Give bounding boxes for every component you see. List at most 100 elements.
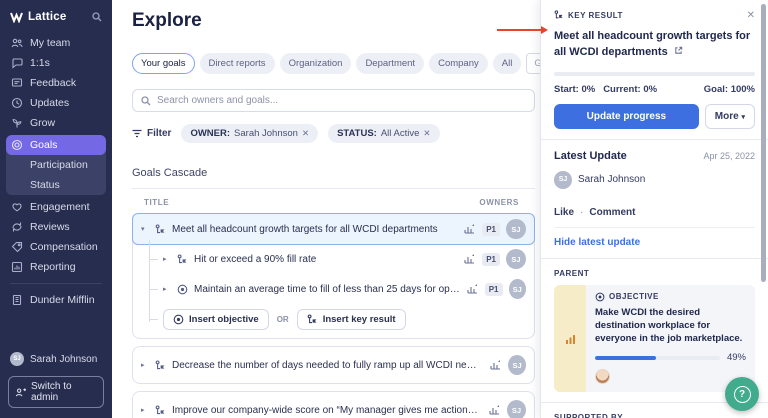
funnel-icon <box>132 129 142 138</box>
goal-row[interactable]: ▸ Improve our company-wide score on “My … <box>133 392 534 418</box>
switch-to-admin-button[interactable]: Switch to admin <box>8 376 104 408</box>
owner-avatar: SJ <box>508 355 526 375</box>
sidebar-item-updates[interactable]: Updates <box>6 93 106 113</box>
filter-chip-owner[interactable]: OWNER: Sarah Johnson ✕ <box>181 124 319 143</box>
search-icon <box>141 95 151 106</box>
sidebar-item-feedback[interactable]: Feedback <box>6 73 106 93</box>
sidebar-item-compensation[interactable]: Compensation <box>6 237 106 257</box>
annotation-arrow <box>497 26 548 34</box>
sidebar-item-goals[interactable]: Goals <box>6 135 106 155</box>
sidebar-item-reviews[interactable]: Reviews <box>6 217 106 237</box>
insert-objective-label: Insert objective <box>189 314 259 325</box>
owner-avatar: SJ <box>506 219 526 239</box>
tab-all[interactable]: All <box>492 53 522 74</box>
money-tag-icon <box>11 241 23 253</box>
parent-owner-avatar <box>595 369 610 385</box>
goal-stat: Goal: 100% <box>703 83 755 95</box>
progress-bar <box>554 71 755 76</box>
sidebar-item-status[interactable]: Status <box>6 175 106 195</box>
user-name: Sarah Johnson <box>30 353 98 365</box>
sidebar-item-engagement[interactable]: Engagement <box>6 197 106 217</box>
remove-chip-icon[interactable]: ✕ <box>423 128 430 139</box>
tab-your-goals[interactable]: Your goals <box>132 53 195 74</box>
expand-caret-icon[interactable]: ▸ <box>141 361 149 369</box>
search-input[interactable] <box>157 95 526 106</box>
page-title: Explore <box>132 10 202 31</box>
user-menu[interactable]: SJ Sarah Johnson <box>8 348 104 370</box>
parent-heading: PARENT <box>554 268 590 278</box>
goal-row-selected[interactable]: ▾ Meet all headcount growth targets for … <box>132 213 535 245</box>
tab-department[interactable]: Department <box>356 53 425 74</box>
sidebar-item-1-1s[interactable]: 1:1s <box>6 53 106 73</box>
lattice-logo-icon <box>10 11 23 23</box>
groups-input[interactable] <box>526 53 540 74</box>
insert-row: Insert objective OR Insert key result <box>133 304 534 338</box>
panel-header-section: KEY RESULT ✕ Meet all headcount growth t… <box>541 0 768 140</box>
panel-scrollbar[interactable] <box>761 4 766 282</box>
chart-icon[interactable] <box>489 359 502 371</box>
sidebar-item-label: Reviews <box>30 221 70 233</box>
tab-company[interactable]: Company <box>429 53 488 74</box>
insert-key-result-button[interactable]: Insert key result <box>296 309 406 330</box>
sidebar-header: Lattice <box>0 0 112 31</box>
update-progress-button[interactable]: Update progress <box>554 103 699 129</box>
sidebar-item-grow[interactable]: Grow <box>6 113 106 133</box>
key-result-icon <box>177 253 188 265</box>
expand-caret-icon[interactable]: ▸ <box>141 406 149 414</box>
sidebar-search-icon[interactable] <box>92 12 102 22</box>
parent-objective-card[interactable]: OBJECTIVE Make WCDI the desired destinat… <box>554 284 755 393</box>
sidebar-item-company[interactable]: Dunder Mifflin <box>6 290 106 310</box>
sidebar-item-participation[interactable]: Participation <box>6 155 106 175</box>
sidebar-item-label: Dunder Mifflin <box>30 294 95 306</box>
close-icon[interactable]: ✕ <box>747 10 755 21</box>
expand-caret-icon[interactable]: ▸ <box>163 255 171 263</box>
more-button[interactable]: More ▾ <box>704 103 755 129</box>
sidebar-item-my-team[interactable]: My team <box>6 33 106 53</box>
chart-icon[interactable] <box>488 404 501 416</box>
goals-nav-group: Goals Participation Status <box>6 135 106 195</box>
chip-value: All Active <box>380 128 420 139</box>
help-button[interactable]: ? <box>725 377 759 411</box>
external-link-icon[interactable] <box>674 46 683 55</box>
current-stat: Current: 0% <box>603 83 658 95</box>
avatar: SJ <box>554 170 572 189</box>
goal-row-child[interactable]: ▸ Hit or exceed a 90% fill rate P1 SJ <box>133 244 534 274</box>
sidebar-item-label: Engagement <box>30 201 90 213</box>
key-result-icon <box>554 10 564 20</box>
key-result-icon <box>155 359 166 371</box>
building-icon <box>11 294 23 306</box>
tab-organization[interactable]: Organization <box>279 53 352 74</box>
bar-chart-icon <box>565 334 575 344</box>
sidebar-item-label: Goals <box>30 139 58 151</box>
chart-icon[interactable] <box>463 253 476 265</box>
filter-chip-status[interactable]: STATUS: All Active ✕ <box>328 124 440 143</box>
like-link[interactable]: Like <box>554 207 574 218</box>
grow-icon <box>11 117 23 129</box>
filter-row: Filter OWNER: Sarah Johnson ✕ STATUS: Al… <box>132 124 535 143</box>
hide-latest-update-link[interactable]: Hide latest update <box>554 237 755 248</box>
insert-objective-button[interactable]: Insert objective <box>163 309 269 330</box>
sidebar-item-reporting[interactable]: Reporting <box>6 257 106 277</box>
goal-title: Improve our company-wide score on “My ma… <box>172 404 482 416</box>
scope-tabs: Your goals Direct reports Organization D… <box>132 53 540 74</box>
owner-avatar: SJ <box>506 400 526 418</box>
remove-chip-icon[interactable]: ✕ <box>302 128 309 139</box>
chip-value: Sarah Johnson <box>234 128 298 139</box>
filter-button[interactable]: Filter <box>132 128 171 139</box>
clock-icon <box>11 97 23 109</box>
chart-icon[interactable] <box>466 283 479 295</box>
collapse-caret-icon[interactable]: ▾ <box>141 225 149 233</box>
expand-caret-icon[interactable]: ▸ <box>163 285 171 293</box>
switch-user-icon <box>15 387 26 398</box>
chart-icon[interactable] <box>463 223 476 235</box>
sidebar-item-label: Grow <box>30 117 56 129</box>
filter-label: Filter <box>147 128 172 139</box>
comment-link[interactable]: Comment <box>589 207 635 218</box>
goal-row[interactable]: ▸ Decrease the number of days needed to … <box>133 347 534 383</box>
goal-row-child[interactable]: ▸ Maintain an average time to fill of le… <box>133 274 534 304</box>
objective-label: OBJECTIVE <box>609 292 659 302</box>
tab-direct-reports[interactable]: Direct reports <box>199 53 275 74</box>
goal-title: Decrease the number of days needed to fu… <box>172 359 483 371</box>
owner-avatar: SJ <box>506 249 526 269</box>
parent-objective-text: Make WCDI the desired destination workpl… <box>595 306 743 344</box>
